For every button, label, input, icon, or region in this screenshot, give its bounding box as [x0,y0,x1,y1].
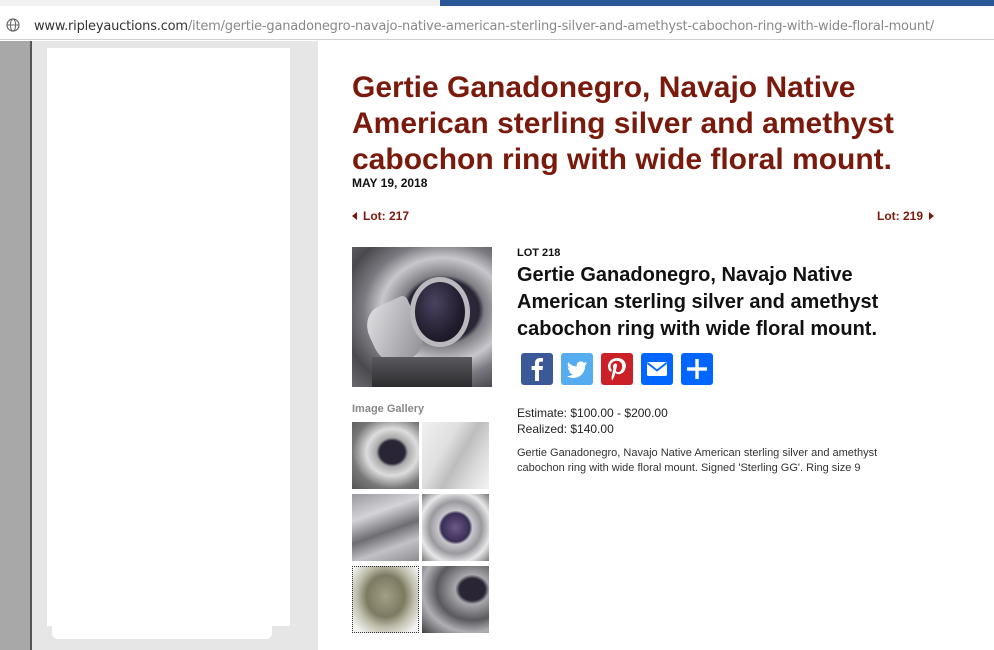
email-icon [646,362,668,376]
estimate-text: Estimate: $100.00 - $200.00 [517,406,668,420]
sidebar-tab [52,621,272,639]
gallery-thumbnail-selected[interactable] [352,566,419,633]
pinterest-share-button[interactable] [601,353,633,385]
lot-title: Gertie Ganadonegro, Navajo Native Americ… [517,264,879,340]
gallery-thumbnail[interactable] [352,494,419,561]
sidebar-panel [47,48,290,626]
gallery-thumbnail[interactable] [422,566,489,633]
twitter-share-button[interactable] [561,353,593,385]
pinterest-icon [608,358,626,381]
gallery-thumbnail[interactable] [352,422,419,489]
realized-text: Realized: $140.00 [517,422,614,436]
caret-left-icon [352,212,357,220]
facebook-share-button[interactable] [521,353,553,385]
globe-icon [6,18,20,32]
auction-date: MAY 19, 2018 [352,176,428,190]
next-lot-label: Lot: 219 [877,209,924,223]
amethyst-stone [410,277,470,347]
prev-lot-link[interactable]: Lot: 217 [352,209,409,223]
address-bar: www.ripleyauctions.com/item/gertie-ganad… [0,0,994,40]
main-item-image[interactable] [352,247,492,387]
add-share-icon [687,359,707,379]
gallery-label: Image Gallery [352,403,425,415]
tab-strip [0,0,440,6]
page-title: Gertie Ganadonegro, Navajo Native Americ… [352,71,894,176]
url-host: www.ripleyauctions.com [34,19,188,34]
url-field[interactable]: www.ripleyauctions.com/item/gertie-ganad… [34,19,934,34]
prev-lot-label: Lot: 217 [363,209,410,223]
gallery-thumbnail[interactable] [422,494,489,561]
email-share-button[interactable] [641,353,673,385]
page: Gertie Ganadonegro, Navajo Native Americ… [0,41,994,650]
tab-strip-active [440,0,994,6]
url-path: /item/gertie-ganadonegro-navajo-native-a… [187,19,934,34]
next-lot-link[interactable]: Lot: 219 [877,209,935,223]
left-gutter [0,41,30,650]
facebook-icon [531,358,543,381]
caret-right-icon [929,212,935,220]
ring-band [372,357,472,387]
twitter-icon [566,361,588,378]
gallery-thumbnail[interactable] [422,422,489,489]
add-share-button[interactable] [681,353,713,385]
lot-number: LOT 218 [517,247,561,259]
item-description: Gertie Ganadonegro, Navajo Native Americ… [517,447,878,474]
